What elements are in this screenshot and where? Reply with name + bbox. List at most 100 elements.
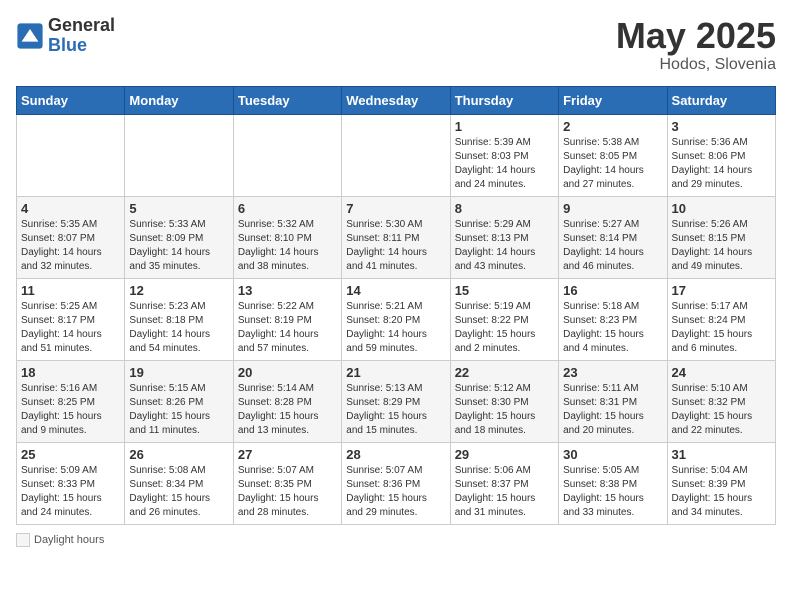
calendar-week-row: 18Sunrise: 5:16 AM Sunset: 8:25 PM Dayli…: [17, 360, 776, 442]
calendar-cell: 30Sunrise: 5:05 AM Sunset: 8:38 PM Dayli…: [559, 442, 667, 524]
day-sun-info: Sunrise: 5:33 AM Sunset: 8:09 PM Dayligh…: [129, 218, 228, 274]
day-number: 10: [672, 201, 771, 216]
calendar-cell: 17 Sunrise: 5:17 AM Sunset: 8:24 PM Dayli…: [667, 278, 775, 360]
calendar-cell: 31Sunrise: 5:04 AM Sunset: 8:39 PM Dayli…: [667, 442, 775, 524]
day-number: 25: [21, 447, 120, 462]
calendar-cell: 15Sunrise: 5:19 AM Sunset: 8:22 PM Dayli…: [450, 278, 558, 360]
day-sun-info: Sunrise: 5:39 AM Sunset: 8:03 PM Dayligh…: [455, 136, 554, 192]
location: Hodos, Slovenia: [616, 56, 776, 74]
logo-icon: [16, 22, 44, 50]
daylight-label: Daylight hours: [34, 534, 104, 546]
calendar-cell: 26 Sunrise: 5:08 AM Sunset: 8:34 PM Dayli…: [125, 442, 233, 524]
calendar-cell: 5 Sunrise: 5:33 AM Sunset: 8:09 PM Daylig…: [125, 196, 233, 278]
daylight-legend: Daylight hours: [16, 533, 104, 547]
day-sun-info: Sunrise: 5:11 AM Sunset: 8:31 PM Dayligh…: [563, 382, 662, 438]
calendar-week-row: 25 Sunrise: 5:09 AM Sunset: 8:33 PM Dayli…: [17, 442, 776, 524]
calendar-cell: 23Sunrise: 5:11 AM Sunset: 8:31 PM Dayli…: [559, 360, 667, 442]
day-sun-info: Sunrise: 5:30 AM Sunset: 8:11 PM Dayligh…: [346, 218, 445, 274]
day-of-week-header: Tuesday: [233, 86, 341, 114]
page-header: General Blue May 2025 Hodos, Slovenia: [16, 16, 776, 74]
calendar-cell: 21 Sunrise: 5:13 AM Sunset: 8:29 PM Dayli…: [342, 360, 450, 442]
day-sun-info: Sunrise: 5:21 AM Sunset: 8:20 PM Dayligh…: [346, 300, 445, 356]
day-sun-info: Sunrise: 5:12 AM Sunset: 8:30 PM Dayligh…: [455, 382, 554, 438]
day-number: 24: [672, 365, 771, 380]
calendar-cell: 19Sunrise: 5:15 AM Sunset: 8:26 PM Dayli…: [125, 360, 233, 442]
calendar-cell: 9 Sunrise: 5:27 AM Sunset: 8:14 PM Daylig…: [559, 196, 667, 278]
day-number: 22: [455, 365, 554, 380]
day-sun-info: Sunrise: 5:08 AM Sunset: 8:34 PM Dayligh…: [129, 464, 228, 520]
day-sun-info: Sunrise: 5:17 AM Sunset: 8:24 PM Dayligh…: [672, 300, 771, 356]
day-sun-info: Sunrise: 5:23 AM Sunset: 8:18 PM Dayligh…: [129, 300, 228, 356]
calendar-week-row: 11 Sunrise: 5:25 AM Sunset: 8:17 PM Dayli…: [17, 278, 776, 360]
day-number: 20: [238, 365, 337, 380]
month-title: May 2025: [616, 16, 776, 56]
day-of-week-header: Wednesday: [342, 86, 450, 114]
day-number: 11: [21, 283, 120, 298]
calendar-cell: 12 Sunrise: 5:23 AM Sunset: 8:18 PM Dayli…: [125, 278, 233, 360]
calendar-cell: 22 Sunrise: 5:12 AM Sunset: 8:30 PM Dayli…: [450, 360, 558, 442]
day-sun-info: Sunrise: 5:07 AM Sunset: 8:35 PM Dayligh…: [238, 464, 337, 520]
day-number: 21: [346, 365, 445, 380]
calendar-week-row: 4 Sunrise: 5:35 AM Sunset: 8:07 PM Daylig…: [17, 196, 776, 278]
calendar-cell: 13Sunrise: 5:22 AM Sunset: 8:19 PM Dayli…: [233, 278, 341, 360]
logo-text: General Blue: [48, 16, 115, 56]
day-of-week-header: Thursday: [450, 86, 558, 114]
day-sun-info: Sunrise: 5:14 AM Sunset: 8:28 PM Dayligh…: [238, 382, 337, 438]
day-number: 9: [563, 201, 662, 216]
day-number: 18: [21, 365, 120, 380]
calendar-cell: [342, 114, 450, 196]
day-sun-info: Sunrise: 5:32 AM Sunset: 8:10 PM Dayligh…: [238, 218, 337, 274]
calendar-cell: [233, 114, 341, 196]
day-number: 28: [346, 447, 445, 462]
title-section: May 2025 Hodos, Slovenia: [616, 16, 776, 74]
calendar-cell: 4 Sunrise: 5:35 AM Sunset: 8:07 PM Daylig…: [17, 196, 125, 278]
logo-blue-text: Blue: [48, 36, 115, 56]
day-number: 26: [129, 447, 228, 462]
daylight-box: [16, 533, 30, 547]
day-number: 2: [563, 119, 662, 134]
day-sun-info: Sunrise: 5:26 AM Sunset: 8:15 PM Dayligh…: [672, 218, 771, 274]
day-sun-info: Sunrise: 5:06 AM Sunset: 8:37 PM Dayligh…: [455, 464, 554, 520]
day-number: 4: [21, 201, 120, 216]
logo: General Blue: [16, 16, 115, 56]
calendar-cell: 28Sunrise: 5:07 AM Sunset: 8:36 PM Dayli…: [342, 442, 450, 524]
day-sun-info: Sunrise: 5:38 AM Sunset: 8:05 PM Dayligh…: [563, 136, 662, 192]
footer: Daylight hours: [16, 533, 776, 547]
calendar-cell: 10 Sunrise: 5:26 AM Sunset: 8:15 PM Dayli…: [667, 196, 775, 278]
day-sun-info: Sunrise: 5:35 AM Sunset: 8:07 PM Dayligh…: [21, 218, 120, 274]
calendar-cell: [17, 114, 125, 196]
calendar-cell: 6 Sunrise: 5:32 AM Sunset: 8:10 PM Daylig…: [233, 196, 341, 278]
day-sun-info: Sunrise: 5:09 AM Sunset: 8:33 PM Dayligh…: [21, 464, 120, 520]
day-number: 1: [455, 119, 554, 134]
day-sun-info: Sunrise: 5:25 AM Sunset: 8:17 PM Dayligh…: [21, 300, 120, 356]
day-sun-info: Sunrise: 5:10 AM Sunset: 8:32 PM Dayligh…: [672, 382, 771, 438]
day-number: 12: [129, 283, 228, 298]
day-sun-info: Sunrise: 5:27 AM Sunset: 8:14 PM Dayligh…: [563, 218, 662, 274]
day-number: 17: [672, 283, 771, 298]
day-sun-info: Sunrise: 5:18 AM Sunset: 8:23 PM Dayligh…: [563, 300, 662, 356]
day-number: 8: [455, 201, 554, 216]
day-sun-info: Sunrise: 5:29 AM Sunset: 8:13 PM Dayligh…: [455, 218, 554, 274]
day-number: 31: [672, 447, 771, 462]
day-number: 6: [238, 201, 337, 216]
calendar-cell: [125, 114, 233, 196]
day-number: 14: [346, 283, 445, 298]
calendar-cell: 8 Sunrise: 5:29 AM Sunset: 8:13 PM Daylig…: [450, 196, 558, 278]
calendar-cell: 20 Sunrise: 5:14 AM Sunset: 8:28 PM Dayli…: [233, 360, 341, 442]
day-sun-info: Sunrise: 5:13 AM Sunset: 8:29 PM Dayligh…: [346, 382, 445, 438]
calendar-cell: 27Sunrise: 5:07 AM Sunset: 8:35 PM Dayli…: [233, 442, 341, 524]
day-number: 5: [129, 201, 228, 216]
calendar-cell: 25 Sunrise: 5:09 AM Sunset: 8:33 PM Dayli…: [17, 442, 125, 524]
day-sun-info: Sunrise: 5:05 AM Sunset: 8:38 PM Dayligh…: [563, 464, 662, 520]
calendar-cell: 29 Sunrise: 5:06 AM Sunset: 8:37 PM Dayli…: [450, 442, 558, 524]
day-of-week-header: Friday: [559, 86, 667, 114]
calendar-cell: 1 Sunrise: 5:39 AM Sunset: 8:03 PM Daylig…: [450, 114, 558, 196]
calendar-week-row: 1 Sunrise: 5:39 AM Sunset: 8:03 PM Daylig…: [17, 114, 776, 196]
calendar-cell: 14 Sunrise: 5:21 AM Sunset: 8:20 PM Dayli…: [342, 278, 450, 360]
day-number: 19: [129, 365, 228, 380]
day-number: 29: [455, 447, 554, 462]
day-of-week-header: Monday: [125, 86, 233, 114]
day-number: 15: [455, 283, 554, 298]
calendar-cell: 16Sunrise: 5:18 AM Sunset: 8:23 PM Dayli…: [559, 278, 667, 360]
calendar-cell: 11 Sunrise: 5:25 AM Sunset: 8:17 PM Dayli…: [17, 278, 125, 360]
